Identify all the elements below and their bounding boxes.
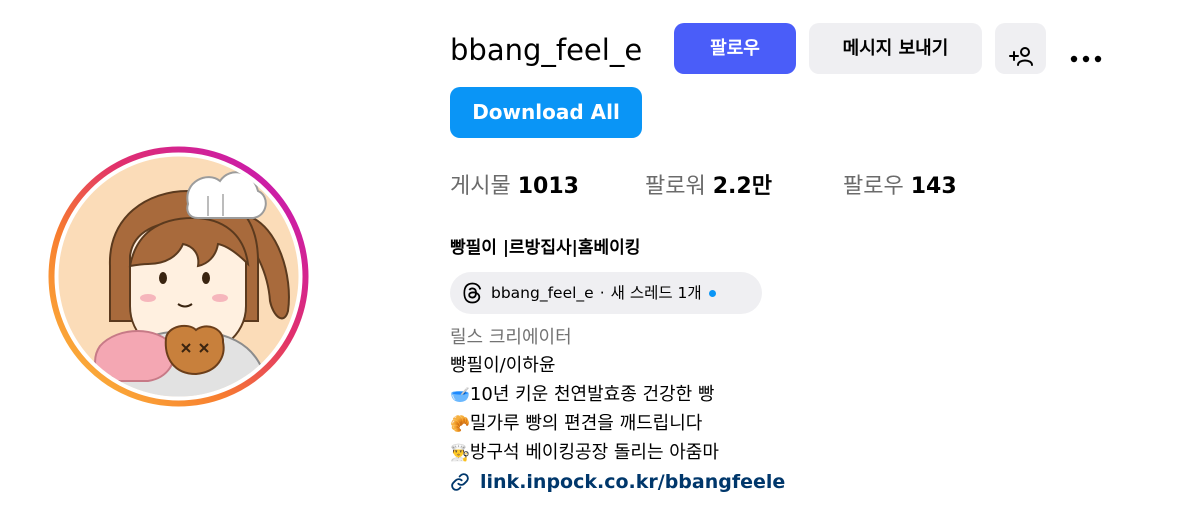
croissant-icon: 🥐 [450, 414, 470, 433]
posts-value: 1013 [517, 174, 579, 199]
suggested-users-button[interactable] [995, 23, 1046, 74]
profile-category: 릴스 크리에이터 [450, 327, 572, 348]
unread-dot [708, 289, 716, 297]
bio-line-2-text: 10년 키운 천연발효종 건강한 빵 [469, 384, 715, 405]
followers-count[interactable]: 팔로워 2.2만 [645, 170, 772, 204]
more-icon [1070, 55, 1101, 62]
bio-line-3: 🥐밀가루 빵의 편견을 깨드립니다 [450, 410, 702, 438]
following-value: 143 [910, 174, 957, 199]
threads-handle: bbang_feel_e [491, 284, 594, 302]
add-user-icon [1008, 46, 1033, 66]
bio-line-4: 👨‍🍳방구석 베이킹공장 돌리는 아줌마 [450, 439, 719, 467]
send-message-button[interactable]: 메시지 보내기 [809, 23, 982, 74]
bio-line-1: 빵필이/이하윤 [450, 355, 556, 376]
follow-button[interactable]: 팔로우 [674, 23, 796, 74]
link-icon [451, 473, 469, 491]
bio-line-4-text: 방구석 베이킹공장 돌리는 아줌마 [469, 442, 719, 463]
bio-link-text[interactable]: link.inpock.co.kr/bbangfeele [480, 468, 785, 496]
threads-separator: · [599, 284, 605, 302]
followers-label: 팔로워 [645, 174, 706, 199]
posts-label: 게시물 [450, 174, 511, 199]
bio-link[interactable]: link.inpock.co.kr/bbangfeele [450, 468, 785, 496]
threads-status: 새 스레드 1개 [610, 284, 702, 302]
bowl-icon: 🥣 [450, 385, 470, 404]
following-count[interactable]: 팔로우 143 [843, 170, 957, 204]
profile-username: bbang_feel_e [450, 33, 643, 67]
bio-line-3-text: 밀가루 빵의 편견을 깨드립니다 [469, 413, 703, 434]
following-label: 팔로우 [843, 174, 904, 199]
threads-icon [463, 282, 482, 304]
download-all-button[interactable]: Download All [450, 87, 642, 138]
posts-count: 게시물 1013 [450, 170, 579, 204]
bio-line-2: 🥣10년 키운 천연발효종 건강한 빵 [450, 381, 714, 409]
profile-fullname: 빵필이 |르방집사|홈베이킹 [450, 238, 641, 258]
threads-badge[interactable]: bbang_feel_e · 새 스레드 1개 [450, 272, 762, 314]
chef-icon: 👨‍🍳 [450, 443, 470, 462]
profile-avatar[interactable] [48, 146, 309, 407]
more-options-button[interactable] [1060, 23, 1111, 74]
avatar-image [58, 156, 299, 397]
followers-value: 2.2만 [712, 174, 772, 199]
